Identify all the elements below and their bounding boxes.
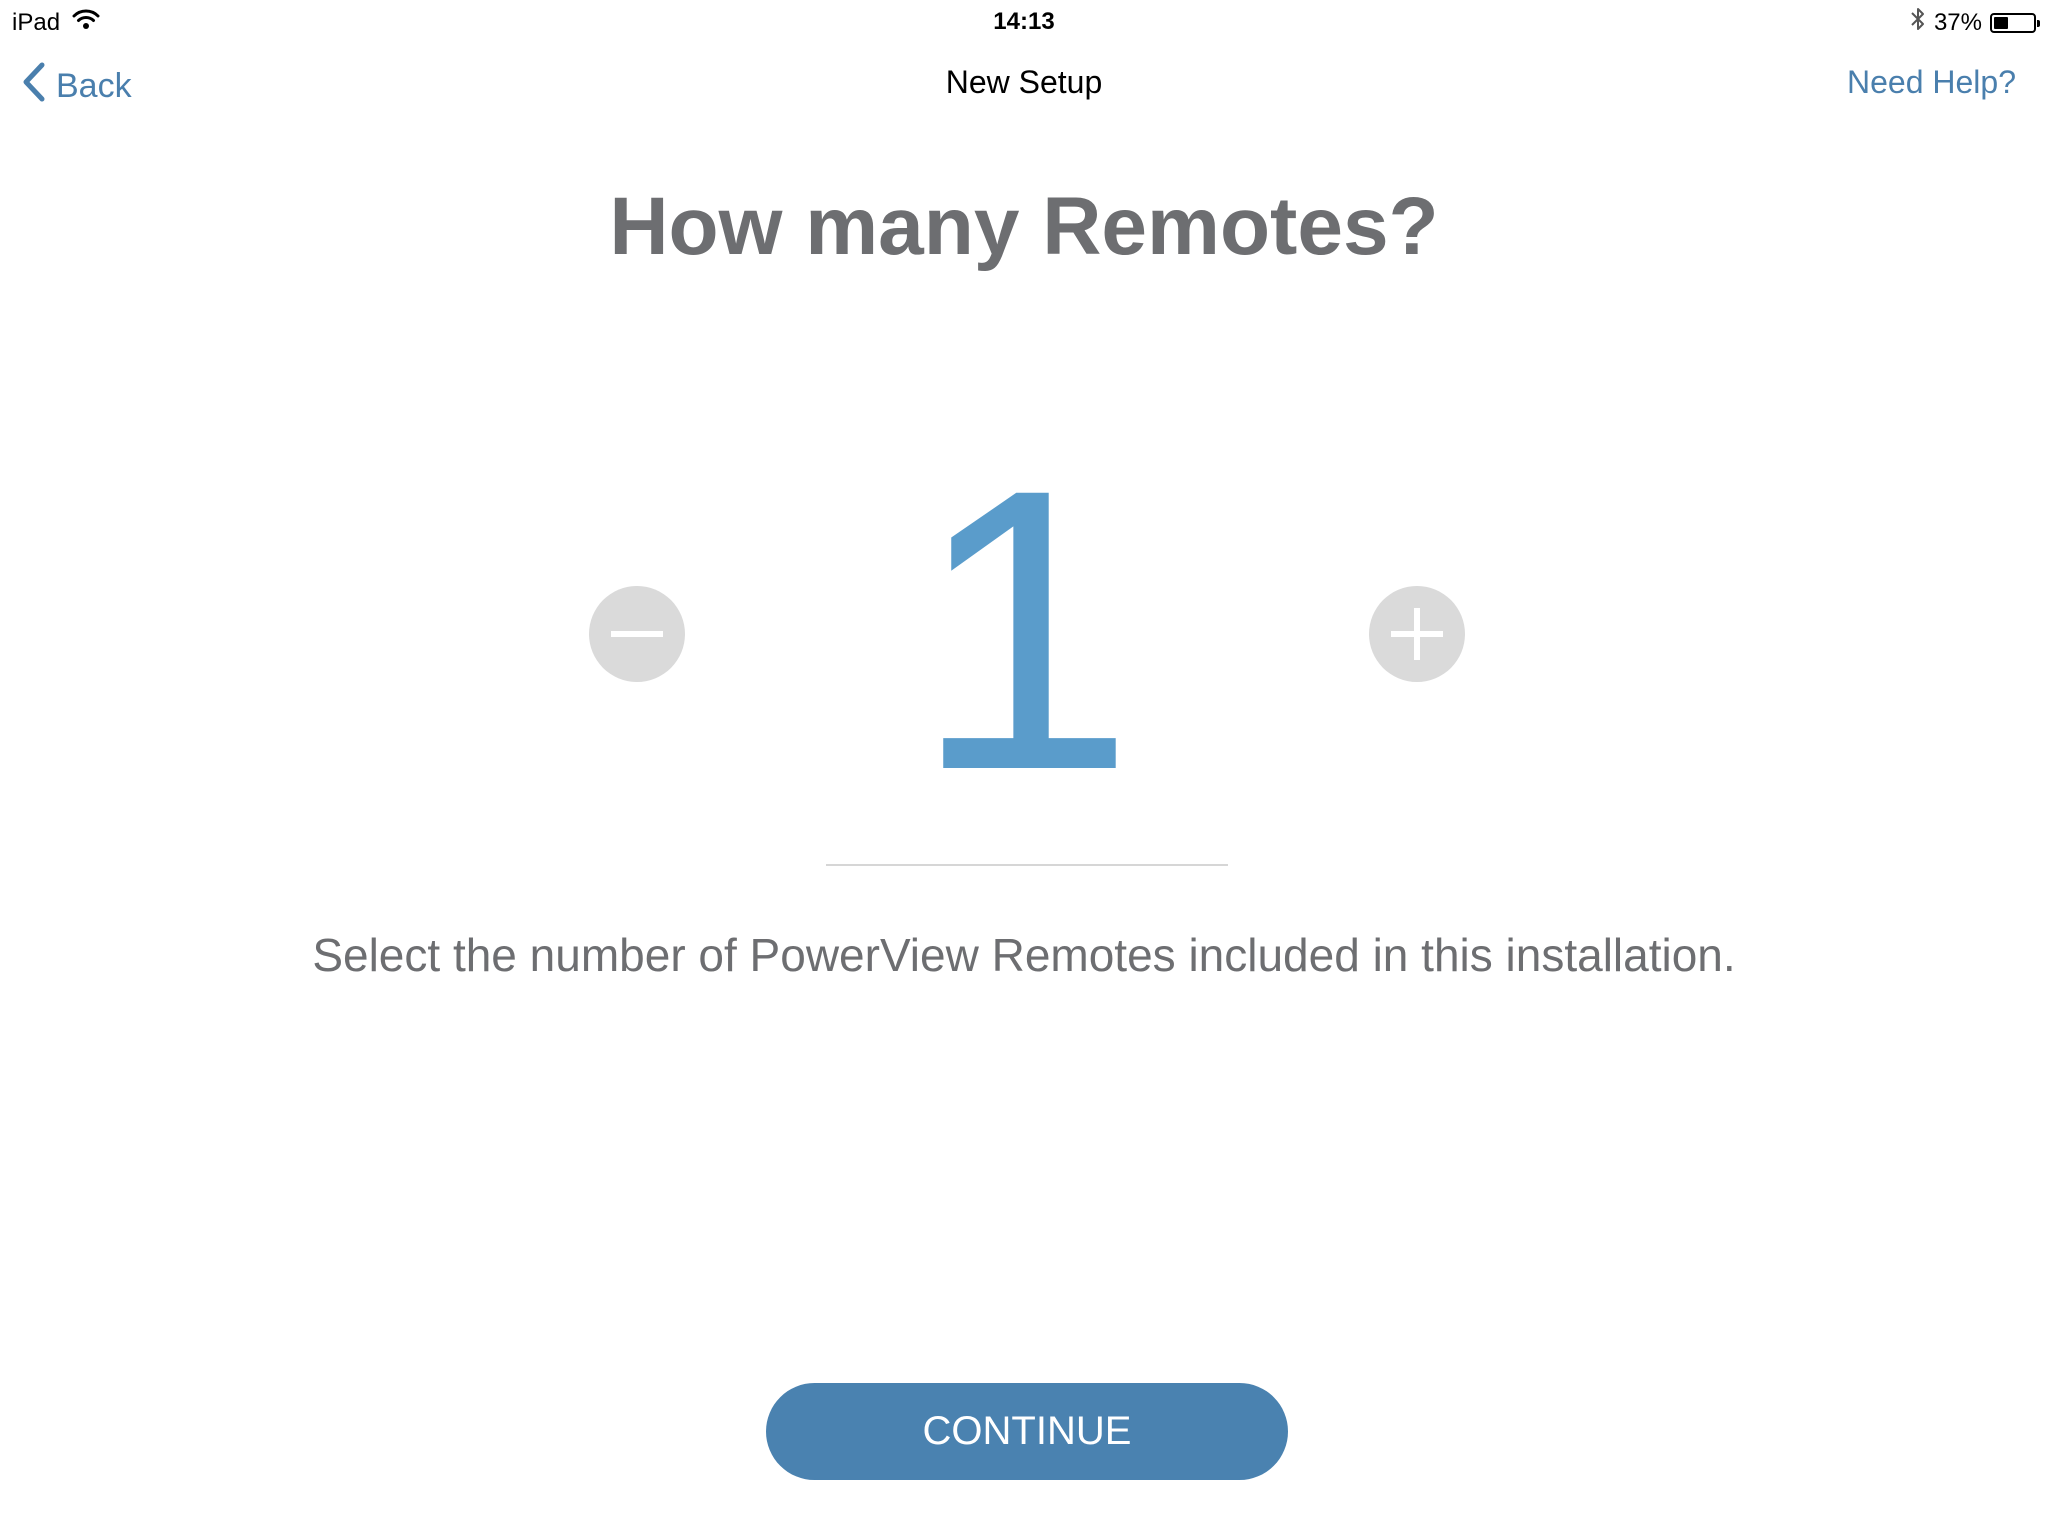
status-time: 14:13: [993, 8, 1055, 35]
status-bar: iPad 14:13 37%: [0, 0, 2048, 40]
increment-button[interactable]: [1369, 586, 1465, 682]
battery-percent: 37%: [1933, 8, 1982, 36]
setup-screen: iPad 14:13 37% Back New Setup Need Help?…: [0, 0, 2048, 1536]
need-help-link[interactable]: Need Help?: [1847, 64, 2016, 101]
nav-title: New Setup: [945, 64, 1103, 100]
battery-fill: [1994, 16, 2008, 29]
nav-bar: Back New Setup Need Help?: [0, 50, 2048, 120]
bluetooth-icon: [1910, 6, 1926, 39]
battery-tip: [2037, 19, 2040, 27]
divider: [826, 864, 1228, 866]
plus-icon: [1391, 608, 1443, 660]
remote-count: 1: [912, 406, 1136, 853]
battery-icon: [1990, 12, 2040, 33]
page-title: How many Remotes?: [609, 181, 1439, 272]
continue-button[interactable]: CONTINUE: [766, 1383, 1288, 1480]
description-text: Select the number of PowerView Remotes i…: [312, 929, 1736, 981]
status-right: 37%: [1910, 6, 2040, 39]
